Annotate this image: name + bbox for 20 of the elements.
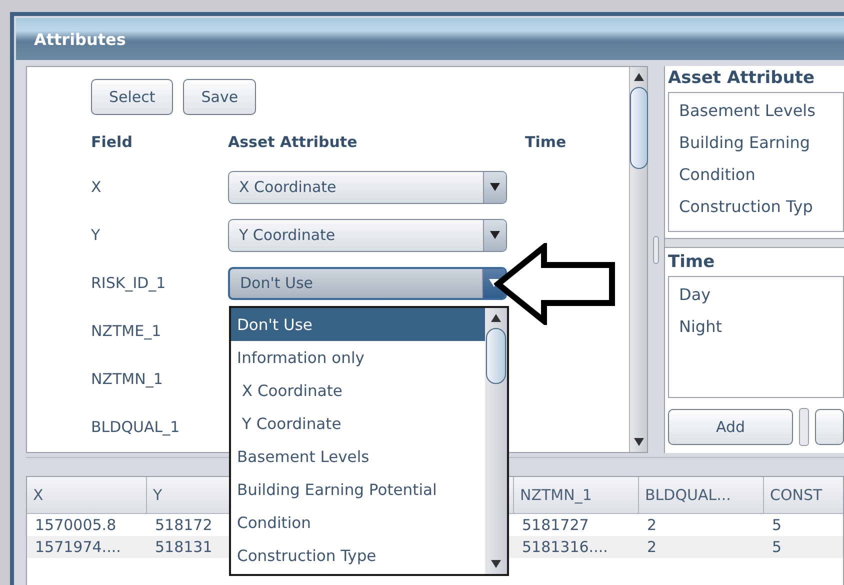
section-heading: Asset Attribute xyxy=(668,68,816,88)
section-heading: Time xyxy=(668,252,716,272)
column-heading: Field xyxy=(91,133,134,151)
table-cell-text: 1570005.8 xyxy=(34,515,118,536)
field-name: NZTMN_1 xyxy=(91,370,164,388)
table-cell-text: 2 xyxy=(646,537,658,558)
field-name: NZTME_1 xyxy=(91,322,162,340)
table-cell-text: 5 xyxy=(771,515,783,536)
table-cell-text: 5181727 xyxy=(521,515,590,536)
window-title: Attributes xyxy=(34,30,126,48)
column-heading: Time xyxy=(525,133,566,151)
table-cell-text: 5 xyxy=(771,537,783,558)
table-cell-text: 1571974.... xyxy=(34,537,122,558)
field-name: BLDQUAL_1 xyxy=(91,418,181,436)
table-cell-text: 2 xyxy=(646,515,658,536)
field-name: X xyxy=(91,178,102,196)
column-heading: Asset Attribute xyxy=(228,133,358,151)
field-name: RISK_ID_1 xyxy=(91,274,167,292)
field-name: Y xyxy=(91,226,102,244)
table-cell-text: 5181316.... xyxy=(521,537,609,558)
